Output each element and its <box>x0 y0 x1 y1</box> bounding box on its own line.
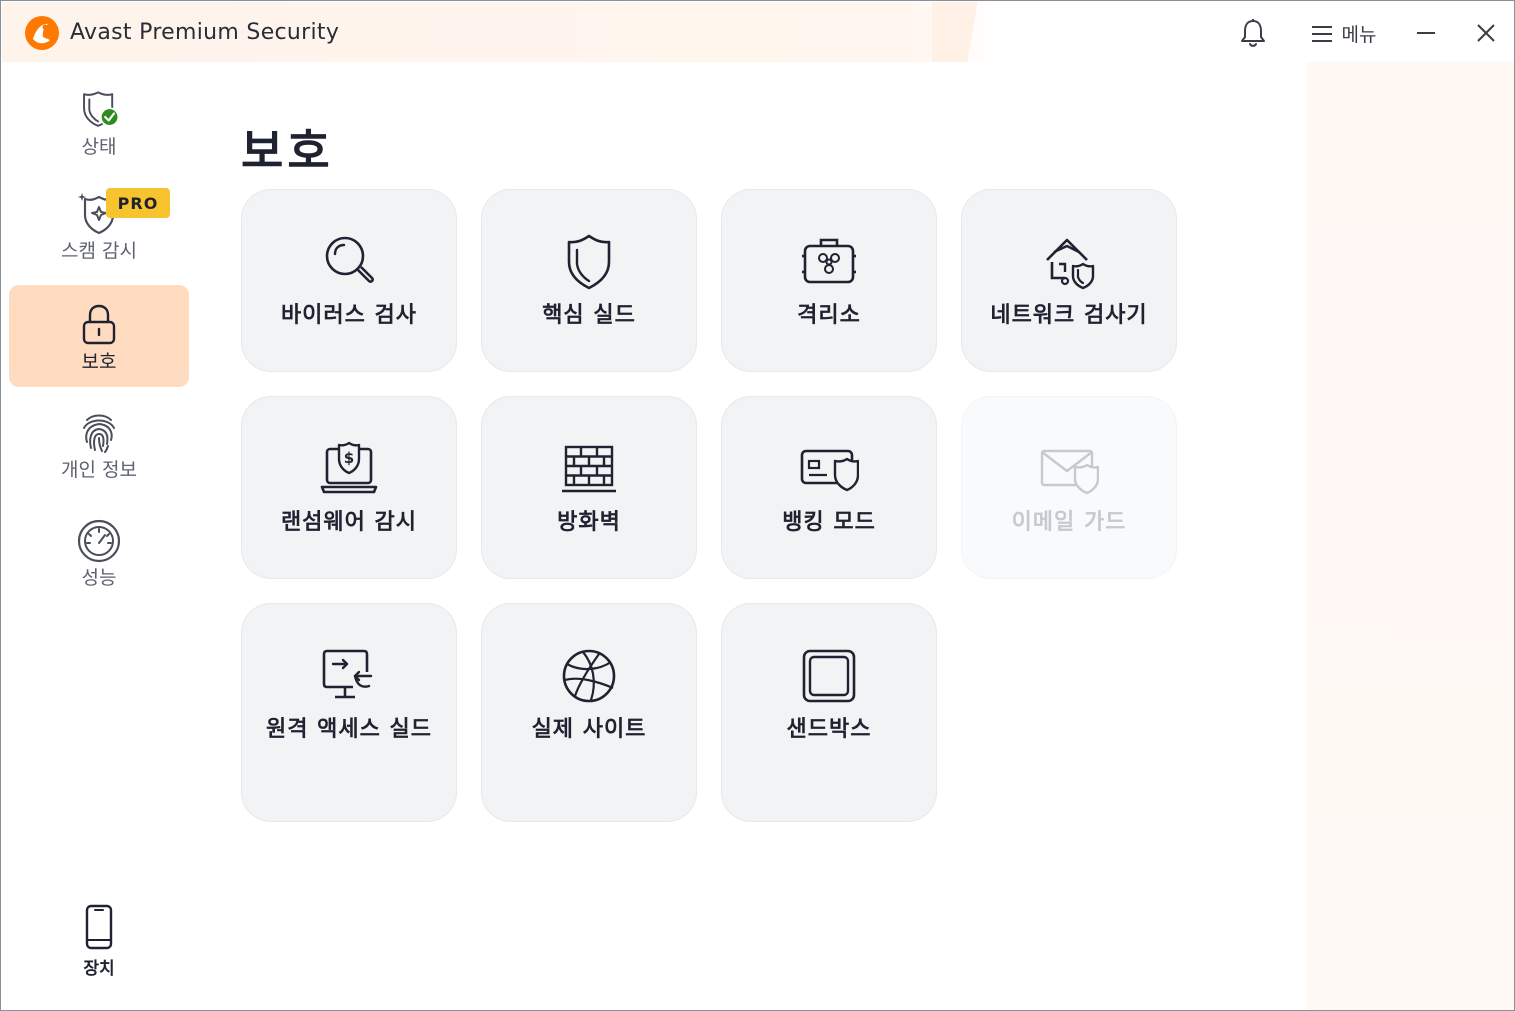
tile-bank-mode[interactable]: 뱅킹 모드 <box>721 396 937 579</box>
tile-label: 실제 사이트 <box>531 717 647 742</box>
bell-icon <box>1241 19 1265 47</box>
remote-screen-icon <box>322 649 373 699</box>
tile-virus-scan[interactable]: 바이러스 검사 <box>241 189 457 372</box>
sidebar-item-label: 개인 정보 <box>61 459 137 481</box>
tile-email-guardian[interactable]: 이메일 가드 <box>961 396 1177 579</box>
tile-label: 네트워크 검사기 <box>990 303 1148 328</box>
sidebar-item-status[interactable]: 상태 <box>9 70 189 172</box>
globe-icon <box>562 649 616 703</box>
sidebar-item-protection[interactable]: 보호 <box>9 285 189 387</box>
sandbox-icon <box>802 649 856 703</box>
device-label: 장치 <box>83 959 115 979</box>
tile-label: 방화벽 <box>557 510 621 535</box>
sidebar: 상태 스캠 감시 PRO 보호 개인 정보 성능 장치 <box>2 62 197 1010</box>
tile-network-inspector[interactable]: 네트워크 검사기 <box>961 189 1177 372</box>
tile-ransomware-shield[interactable]: $ 랜섬웨어 감시 <box>241 396 457 579</box>
tile-quarantine[interactable]: 격리소 <box>721 189 937 372</box>
tile-remote-access-shield[interactable]: 원격 액세스 실드 <box>241 603 457 822</box>
laptop-dollar-shield-icon: $ <box>320 441 378 494</box>
app-title: Avast Premium Security <box>70 20 340 45</box>
svg-text:$: $ <box>344 449 354 467</box>
fingerprint-icon <box>83 414 115 453</box>
app-window: Avast Premium Security 메뉴 상태 스캠 감시 PRO 보… <box>0 0 1515 1011</box>
speedometer-icon <box>77 519 121 563</box>
pro-badge: PRO <box>106 188 170 218</box>
hamburger-icon <box>1311 26 1332 42</box>
notifications-button[interactable] <box>1236 14 1270 52</box>
page-title: 보호 <box>241 124 334 178</box>
tile-label: 바이러스 검사 <box>280 303 418 328</box>
tile-label: 랜섬웨어 감시 <box>280 510 418 535</box>
sidebar-item-privacy[interactable]: 개인 정보 <box>9 393 189 495</box>
minimize-button[interactable] <box>1408 14 1444 52</box>
sidebar-item-label: 성능 <box>81 567 117 589</box>
title-bar: Avast Premium Security 메뉴 <box>2 2 1514 62</box>
close-icon <box>1477 24 1495 42</box>
tile-label: 이메일 가드 <box>1011 510 1127 535</box>
title-bar-decoration <box>932 2 1012 62</box>
close-button[interactable] <box>1468 14 1504 52</box>
avast-logo-icon <box>25 16 59 50</box>
tile-label: 샌드박스 <box>786 717 872 742</box>
mail-shield-icon <box>1040 449 1099 495</box>
tile-sandbox[interactable]: 샌드박스 <box>721 603 937 822</box>
home-network-icon <box>1046 238 1095 290</box>
biohazard-case-icon <box>802 238 856 284</box>
sidebar-item-device[interactable]: 장치 <box>62 904 136 990</box>
tile-firewall[interactable]: 방화벽 <box>481 396 697 579</box>
phone-icon <box>85 904 113 950</box>
lock-icon <box>82 304 116 345</box>
sidebar-item-label: 보호 <box>81 351 117 373</box>
sidebar-item-label: 스캠 감시 <box>61 240 137 262</box>
menu-button[interactable]: 메뉴 <box>1300 14 1386 52</box>
tile-label: 원격 액세스 실드 <box>266 717 432 742</box>
tile-label: 격리소 <box>797 303 861 328</box>
shield-check-icon <box>83 91 120 127</box>
tile-real-site[interactable]: 실제 사이트 <box>481 603 697 822</box>
right-decorative-panel <box>1306 62 1514 1010</box>
tile-core-shields[interactable]: 핵심 실드 <box>481 189 697 372</box>
tile-label: 뱅킹 모드 <box>782 510 876 535</box>
menu-label: 메뉴 <box>1341 23 1377 46</box>
sidebar-item-performance[interactable]: 성능 <box>9 501 189 603</box>
minimize-icon <box>1417 32 1435 34</box>
card-shield-icon <box>800 449 859 492</box>
shield-icon <box>567 234 611 290</box>
brick-wall-icon <box>562 445 616 493</box>
magnifier-icon <box>325 236 374 283</box>
sidebar-item-label: 상태 <box>81 136 117 158</box>
tile-label: 핵심 실드 <box>542 303 636 328</box>
